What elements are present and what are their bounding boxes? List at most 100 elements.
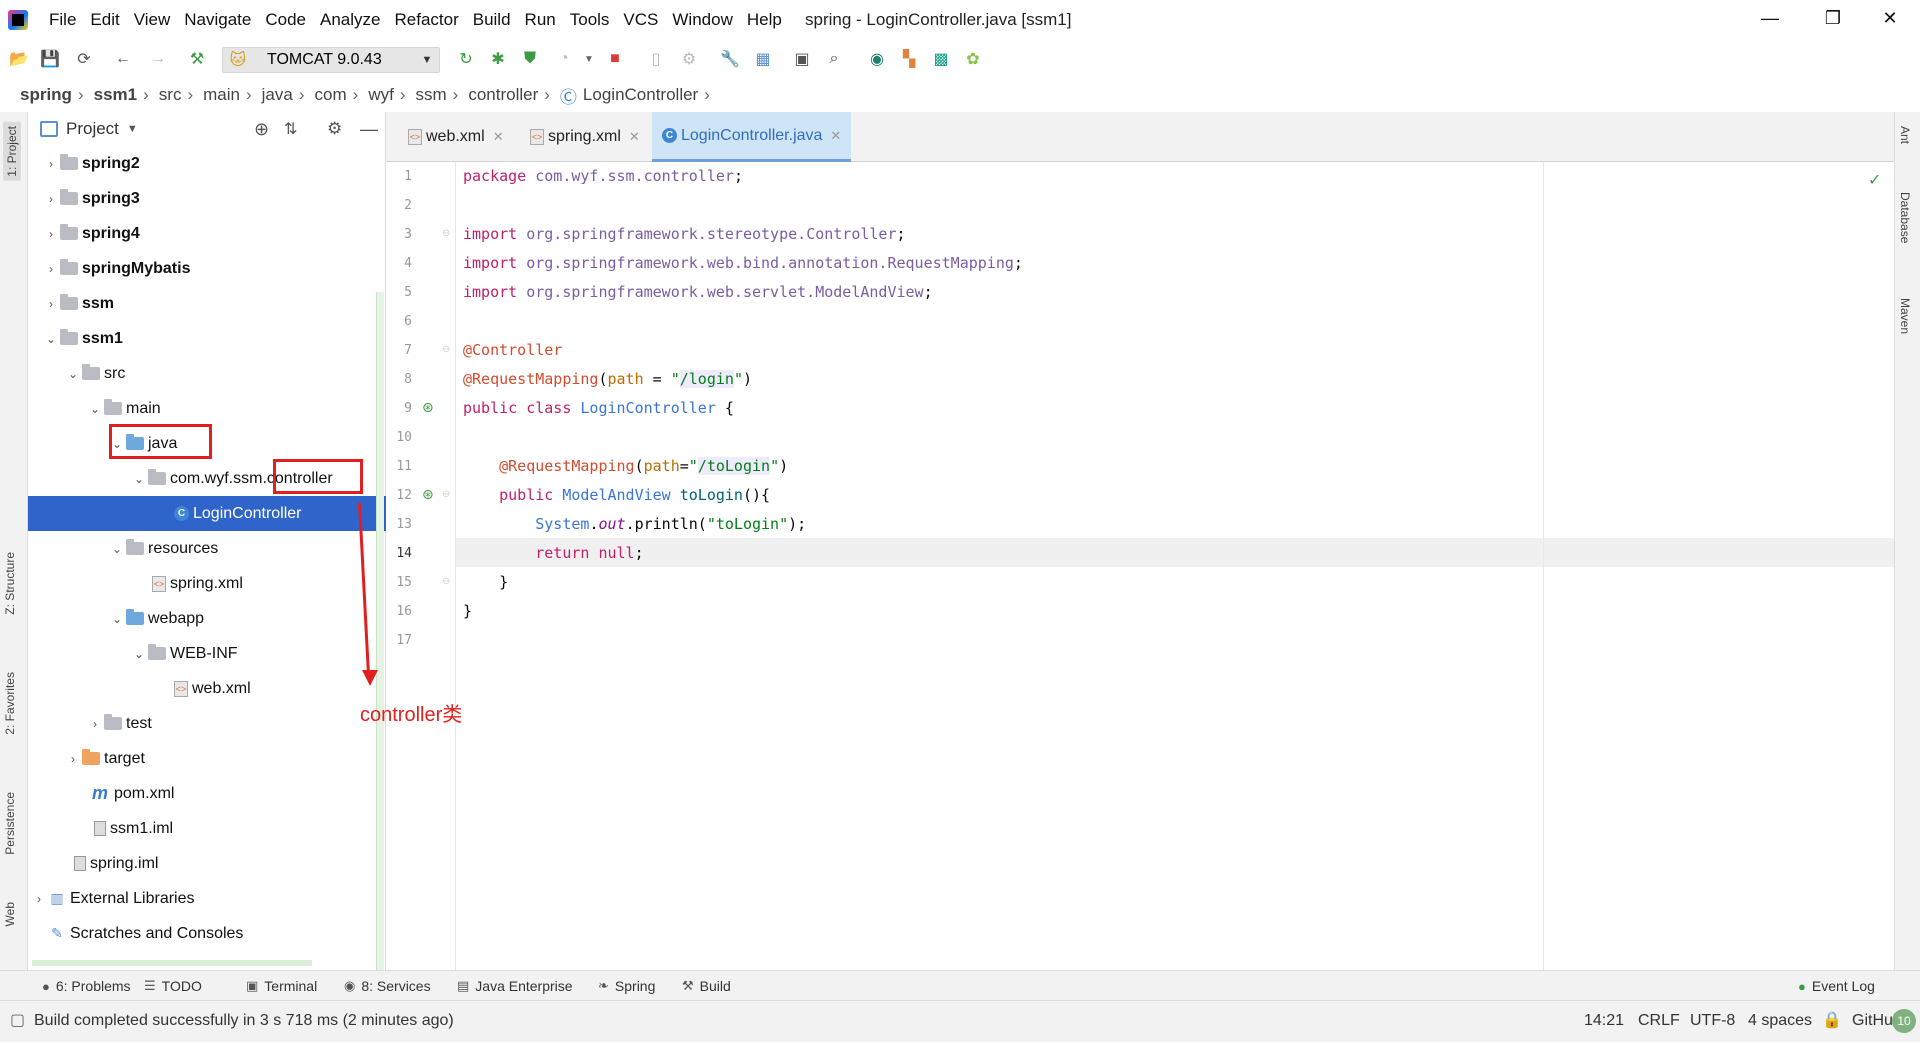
tool-tab-todo[interactable]: ☰ TODO bbox=[144, 971, 202, 1001]
breadcrumb-item[interactable]: spring bbox=[20, 85, 72, 105]
tree-item[interactable]: spring.iml bbox=[28, 846, 386, 881]
chevron-down-icon[interactable]: ⌄ bbox=[64, 367, 82, 381]
indent-setting[interactable]: 4 spaces bbox=[1748, 1001, 1812, 1043]
run-more-dropdown-icon[interactable]: ▼ bbox=[578, 48, 600, 70]
breadcrumb-item[interactable]: ssm bbox=[415, 85, 446, 105]
notification-badge[interactable]: 10 bbox=[1892, 1009, 1916, 1033]
plugin-puzzle-icon[interactable]: ✿ bbox=[962, 48, 984, 70]
code-line[interactable]: package com.wyf.ssm.controller; bbox=[463, 162, 743, 191]
code-line[interactable]: @RequestMapping(path = "/login") bbox=[463, 365, 752, 394]
tab-login-controller[interactable]: C LoginController.java ✕ bbox=[652, 112, 852, 162]
breadcrumb-item[interactable]: ssm1 bbox=[94, 85, 137, 105]
fold-icon[interactable]: ⊖ bbox=[442, 344, 450, 355]
status-panel-toggle-icon[interactable]: ▢ bbox=[10, 1001, 25, 1043]
menu-vcs[interactable]: VCS bbox=[616, 10, 665, 30]
sync-icon[interactable]: ⟳ bbox=[73, 48, 95, 70]
menu-edit[interactable]: Edit bbox=[83, 10, 126, 30]
tree-item[interactable]: › target bbox=[28, 741, 386, 776]
tool-tab-web[interactable]: Web bbox=[3, 902, 17, 926]
terminal-icon[interactable]: ▣ bbox=[791, 48, 813, 70]
attach-icon[interactable]: ▯ bbox=[645, 48, 667, 70]
tool-tab-problems[interactable]: ● 6: Problems bbox=[42, 971, 131, 1001]
tree-item[interactable]: ⌄ main bbox=[28, 391, 386, 426]
code-line[interactable]: @RequestMapping(path="/toLogin") bbox=[463, 452, 788, 481]
menu-help[interactable]: Help bbox=[740, 10, 789, 30]
tree-item[interactable]: <> spring.xml bbox=[28, 566, 386, 601]
tool-tab-java-enterprise[interactable]: ▤ Java Enterprise bbox=[457, 971, 573, 1001]
back-icon[interactable]: ← bbox=[112, 48, 134, 70]
tree-item[interactable]: › spring4 bbox=[28, 216, 386, 251]
locate-icon[interactable]: ⊕ bbox=[254, 119, 269, 140]
tree-item[interactable]: › ▥ External Libraries bbox=[28, 881, 386, 916]
spring-mapping-gutter-icon[interactable]: ⊛ bbox=[422, 486, 434, 503]
chevron-down-icon[interactable]: ⌄ bbox=[108, 612, 126, 626]
fold-icon[interactable]: ⊖ bbox=[442, 228, 450, 239]
menu-analyze[interactable]: Analyze bbox=[313, 10, 387, 30]
chevron-right-icon[interactable]: › bbox=[42, 297, 60, 311]
chevron-down-icon[interactable]: ⌄ bbox=[108, 542, 126, 556]
restore-button[interactable]: ❐ bbox=[1803, 0, 1863, 36]
horizontal-scrollbar[interactable] bbox=[32, 960, 312, 966]
fold-icon[interactable]: ⊖ bbox=[442, 576, 450, 587]
close-button[interactable]: ✕ bbox=[1860, 0, 1920, 36]
menu-navigate[interactable]: Navigate bbox=[177, 10, 258, 30]
chevron-down-icon[interactable]: ▼ bbox=[127, 123, 138, 135]
gear-icon[interactable]: ⚙ bbox=[327, 119, 342, 139]
chevron-right-icon[interactable]: › bbox=[42, 227, 60, 241]
plugin-circle-icon[interactable]: ◉ bbox=[866, 48, 888, 70]
menu-view[interactable]: View bbox=[127, 10, 178, 30]
breadcrumb-item[interactable]: LoginController bbox=[583, 85, 698, 105]
minimize-button[interactable]: — bbox=[1740, 0, 1800, 36]
menu-code[interactable]: Code bbox=[258, 10, 313, 30]
close-icon[interactable]: ✕ bbox=[629, 129, 640, 145]
code-line[interactable]: import org.springframework.stereotype.Co… bbox=[463, 220, 906, 249]
close-icon[interactable]: ✕ bbox=[493, 129, 504, 145]
breadcrumb-item[interactable]: main bbox=[203, 85, 240, 105]
vertical-scrollbar[interactable] bbox=[376, 292, 384, 972]
code-line[interactable]: return null; bbox=[463, 539, 643, 568]
breadcrumb-item[interactable]: java bbox=[262, 85, 293, 105]
chevron-right-icon[interactable]: › bbox=[42, 262, 60, 276]
tree-item[interactable]: › ssm bbox=[28, 286, 386, 321]
inspection-ok-checkmark-icon[interactable]: ✓ bbox=[1868, 170, 1881, 190]
tool-tab-services[interactable]: ◉ 8: Services bbox=[344, 971, 431, 1001]
tree-item[interactable]: › test bbox=[28, 706, 386, 741]
line-separator[interactable]: CRLF bbox=[1638, 1001, 1680, 1043]
tree-item[interactable]: m pom.xml bbox=[28, 776, 386, 811]
code-line[interactable]: public ModelAndView toLogin(){ bbox=[463, 481, 770, 510]
deploy-icon[interactable]: ⚙ bbox=[678, 48, 700, 70]
code-line[interactable]: import org.springframework.web.servlet.M… bbox=[463, 278, 933, 307]
chevron-down-icon[interactable]: ⌄ bbox=[42, 332, 60, 346]
chevron-right-icon[interactable]: › bbox=[42, 157, 60, 171]
menu-build[interactable]: Build bbox=[466, 10, 518, 30]
code-editor[interactable]: package com.wyf.ssm.controller; import o… bbox=[456, 162, 1894, 970]
tree-item[interactable]: › springMybatis bbox=[28, 251, 386, 286]
project-view-label[interactable]: Project bbox=[66, 119, 119, 139]
search-icon[interactable]: ⌕ bbox=[823, 48, 845, 70]
plugin-grid-icon[interactable]: ▚ bbox=[898, 48, 920, 70]
breadcrumb-item[interactable]: wyf bbox=[368, 85, 394, 105]
breadcrumb-item[interactable]: controller bbox=[468, 85, 538, 105]
status-message[interactable]: Build completed successfully in 3 s 718 … bbox=[34, 1001, 454, 1043]
menu-window[interactable]: Window bbox=[665, 10, 739, 30]
tool-tab-structure[interactable]: Z: Structure bbox=[3, 552, 17, 615]
tree-item[interactable]: <> web.xml bbox=[28, 671, 386, 706]
tool-tab-database[interactable]: Database bbox=[1898, 192, 1912, 243]
tree-item[interactable]: ⌄ webapp bbox=[28, 601, 386, 636]
caret-position[interactable]: 14:21 bbox=[1584, 1001, 1624, 1043]
chevron-down-icon[interactable]: ⌄ bbox=[86, 402, 104, 416]
tree-item[interactable]: › spring2 bbox=[28, 146, 386, 181]
breadcrumb-item[interactable]: com bbox=[315, 85, 347, 105]
hide-panel-icon[interactable]: — bbox=[360, 119, 378, 140]
tree-item[interactable]: ⌄ WEB-INF bbox=[28, 636, 386, 671]
code-line[interactable]: public class LoginController { bbox=[463, 394, 734, 423]
tool-tab-terminal[interactable]: ▣ Terminal bbox=[246, 971, 317, 1001]
tree-item[interactable]: ✎ Scratches and Consoles bbox=[28, 916, 386, 951]
tool-tab-favorites[interactable]: 2: Favorites bbox=[3, 672, 17, 735]
fold-icon[interactable]: ⊖ bbox=[442, 489, 450, 500]
chevron-right-icon[interactable]: › bbox=[86, 717, 104, 731]
chevron-down-icon[interactable]: ⌄ bbox=[130, 647, 148, 661]
stop-icon[interactable]: ■ bbox=[604, 48, 626, 70]
breadcrumb-item[interactable]: src bbox=[159, 85, 182, 105]
tab-web-xml[interactable]: <> web.xml ✕ bbox=[398, 112, 514, 162]
